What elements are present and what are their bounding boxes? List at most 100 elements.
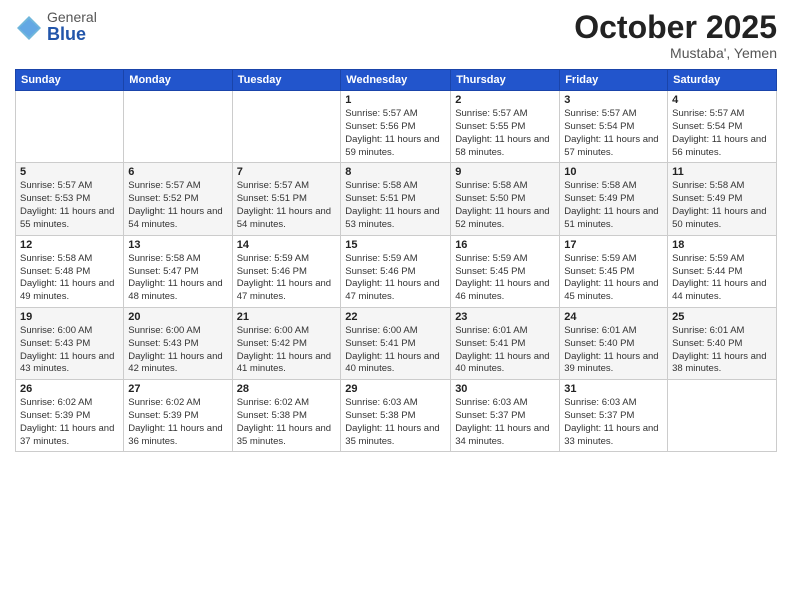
table-row: 9Sunrise: 5:58 AMSunset: 5:50 PMDaylight…	[451, 163, 560, 235]
day-info: Sunrise: 5:57 AMSunset: 5:51 PMDaylight:…	[237, 180, 337, 231]
table-row: 24 Sunrise: 6:01 AMSunset: 5:40 PMDayligh…	[560, 307, 668, 379]
table-row: 18 Sunrise: 5:59 AMSunset: 5:44 PMDayligh…	[668, 235, 777, 307]
table-row: 19 Sunrise: 6:00 AMSunset: 5:43 PMDayligh…	[16, 307, 124, 379]
day-number: 23	[455, 311, 555, 323]
day-info: Sunrise: 5:58 AMSunset: 5:51 PMDaylight:…	[345, 180, 446, 231]
day-number: 25	[672, 311, 772, 323]
table-row: 4Sunrise: 5:57 AMSunset: 5:54 PMDaylight…	[668, 91, 777, 163]
table-row: 29Sunrise: 6:03 AMSunset: 5:38 PMDayligh…	[341, 380, 451, 452]
table-row: 10 Sunrise: 5:58 AMSunset: 5:49 PMDayligh…	[560, 163, 668, 235]
calendar-week-1: 1Sunrise: 5:57 AMSunset: 5:56 PMDaylight…	[16, 91, 777, 163]
day-number: 18	[672, 239, 772, 251]
day-number: 11	[672, 166, 772, 178]
day-info: Sunrise: 5:57 AMSunset: 5:53 PMDaylight:…	[20, 180, 119, 231]
day-info: Sunrise: 6:01 AMSunset: 5:41 PMDaylight:…	[455, 325, 555, 376]
day-number: 3	[564, 94, 663, 106]
day-info: Sunrise: 5:59 AMSunset: 5:44 PMDaylight:…	[672, 253, 772, 304]
day-number: 8	[345, 166, 446, 178]
table-row: 15 Sunrise: 5:59 AMSunset: 5:46 PMDayligh…	[341, 235, 451, 307]
day-info: Sunrise: 6:02 AMSunset: 5:39 PMDaylight:…	[128, 397, 227, 448]
calendar-week-2: 5 Sunrise: 5:57 AMSunset: 5:53 PMDaylight…	[16, 163, 777, 235]
table-row: 17 Sunrise: 5:59 AMSunset: 5:45 PMDayligh…	[560, 235, 668, 307]
day-info: Sunrise: 6:00 AMSunset: 5:43 PMDaylight:…	[128, 325, 227, 376]
day-number: 10	[564, 166, 663, 178]
day-number: 14	[237, 239, 337, 251]
day-number: 6	[128, 166, 227, 178]
day-info: Sunrise: 5:57 AMSunset: 5:55 PMDaylight:…	[455, 108, 555, 159]
day-info: Sunrise: 6:02 AMSunset: 5:39 PMDaylight:…	[20, 397, 119, 448]
col-thursday: Thursday	[451, 70, 560, 91]
logo-blue-text: Blue	[47, 25, 97, 45]
day-info: Sunrise: 6:03 AMSunset: 5:37 PMDaylight:…	[564, 397, 663, 448]
day-number: 28	[237, 383, 337, 395]
table-row: 16 Sunrise: 5:59 AMSunset: 5:45 PMDayligh…	[451, 235, 560, 307]
day-number: 16	[455, 239, 555, 251]
day-number: 2	[455, 94, 555, 106]
day-info: Sunrise: 5:57 AMSunset: 5:56 PMDaylight:…	[345, 108, 446, 159]
col-sunday: Sunday	[16, 70, 124, 91]
table-row: 30 Sunrise: 6:03 AMSunset: 5:37 PMDayligh…	[451, 380, 560, 452]
day-number: 30	[455, 383, 555, 395]
day-info: Sunrise: 6:00 AMSunset: 5:43 PMDaylight:…	[20, 325, 119, 376]
table-row: 5 Sunrise: 5:57 AMSunset: 5:53 PMDaylight…	[16, 163, 124, 235]
day-number: 13	[128, 239, 227, 251]
calendar-week-5: 26Sunrise: 6:02 AMSunset: 5:39 PMDayligh…	[16, 380, 777, 452]
table-row: 21 Sunrise: 6:00 AMSunset: 5:42 PMDayligh…	[232, 307, 341, 379]
day-info: Sunrise: 5:59 AMSunset: 5:45 PMDaylight:…	[564, 253, 663, 304]
calendar-week-3: 12 Sunrise: 5:58 AMSunset: 5:48 PMDayligh…	[16, 235, 777, 307]
day-info: Sunrise: 5:58 AMSunset: 5:47 PMDaylight:…	[128, 253, 227, 304]
table-row: 1Sunrise: 5:57 AMSunset: 5:56 PMDaylight…	[341, 91, 451, 163]
table-row: 13 Sunrise: 5:58 AMSunset: 5:47 PMDayligh…	[124, 235, 232, 307]
table-row: 25Sunrise: 6:01 AMSunset: 5:40 PMDayligh…	[668, 307, 777, 379]
calendar-header-row: Sunday Monday Tuesday Wednesday Thursday…	[16, 70, 777, 91]
col-wednesday: Wednesday	[341, 70, 451, 91]
day-number: 31	[564, 383, 663, 395]
logo-icon	[15, 14, 43, 42]
day-info: Sunrise: 5:59 AMSunset: 5:45 PMDaylight:…	[455, 253, 555, 304]
day-number: 9	[455, 166, 555, 178]
logo: General Blue	[15, 10, 97, 45]
day-info: Sunrise: 6:00 AMSunset: 5:41 PMDaylight:…	[345, 325, 446, 376]
day-number: 15	[345, 239, 446, 251]
day-info: Sunrise: 5:58 AMSunset: 5:49 PMDaylight:…	[564, 180, 663, 231]
table-row	[232, 91, 341, 163]
table-row	[16, 91, 124, 163]
table-row: 8 Sunrise: 5:58 AMSunset: 5:51 PMDaylight…	[341, 163, 451, 235]
day-number: 24	[564, 311, 663, 323]
day-info: Sunrise: 5:57 AMSunset: 5:52 PMDaylight:…	[128, 180, 227, 231]
day-info: Sunrise: 6:03 AMSunset: 5:37 PMDaylight:…	[455, 397, 555, 448]
table-row: 20Sunrise: 6:00 AMSunset: 5:43 PMDayligh…	[124, 307, 232, 379]
col-friday: Friday	[560, 70, 668, 91]
calendar-week-4: 19 Sunrise: 6:00 AMSunset: 5:43 PMDayligh…	[16, 307, 777, 379]
table-row: 12 Sunrise: 5:58 AMSunset: 5:48 PMDayligh…	[16, 235, 124, 307]
table-row: 23 Sunrise: 6:01 AMSunset: 5:41 PMDayligh…	[451, 307, 560, 379]
table-row: 22 Sunrise: 6:00 AMSunset: 5:41 PMDayligh…	[341, 307, 451, 379]
table-row: 26Sunrise: 6:02 AMSunset: 5:39 PMDayligh…	[16, 380, 124, 452]
day-number: 12	[20, 239, 119, 251]
day-number: 4	[672, 94, 772, 106]
day-info: Sunrise: 6:02 AMSunset: 5:38 PMDaylight:…	[237, 397, 337, 448]
day-info: Sunrise: 5:58 AMSunset: 5:48 PMDaylight:…	[20, 253, 119, 304]
col-tuesday: Tuesday	[232, 70, 341, 91]
day-number: 29	[345, 383, 446, 395]
day-number: 27	[128, 383, 227, 395]
table-row: 27 Sunrise: 6:02 AMSunset: 5:39 PMDayligh…	[124, 380, 232, 452]
title-block: October 2025 Mustaba', Yemen	[574, 10, 777, 61]
day-number: 5	[20, 166, 119, 178]
location-subtitle: Mustaba', Yemen	[574, 45, 777, 61]
day-number: 22	[345, 311, 446, 323]
day-number: 7	[237, 166, 337, 178]
day-number: 17	[564, 239, 663, 251]
table-row: 14Sunrise: 5:59 AMSunset: 5:46 PMDayligh…	[232, 235, 341, 307]
day-info: Sunrise: 5:59 AMSunset: 5:46 PMDaylight:…	[345, 253, 446, 304]
day-number: 21	[237, 311, 337, 323]
day-info: Sunrise: 5:58 AMSunset: 5:49 PMDaylight:…	[672, 180, 772, 231]
day-info: Sunrise: 5:57 AMSunset: 5:54 PMDaylight:…	[564, 108, 663, 159]
day-info: Sunrise: 6:01 AMSunset: 5:40 PMDaylight:…	[564, 325, 663, 376]
col-saturday: Saturday	[668, 70, 777, 91]
logo-general-text: General	[47, 10, 97, 25]
header: General Blue October 2025 Mustaba', Yeme…	[15, 10, 777, 61]
day-info: Sunrise: 6:00 AMSunset: 5:42 PMDaylight:…	[237, 325, 337, 376]
table-row: 6 Sunrise: 5:57 AMSunset: 5:52 PMDaylight…	[124, 163, 232, 235]
day-number: 19	[20, 311, 119, 323]
